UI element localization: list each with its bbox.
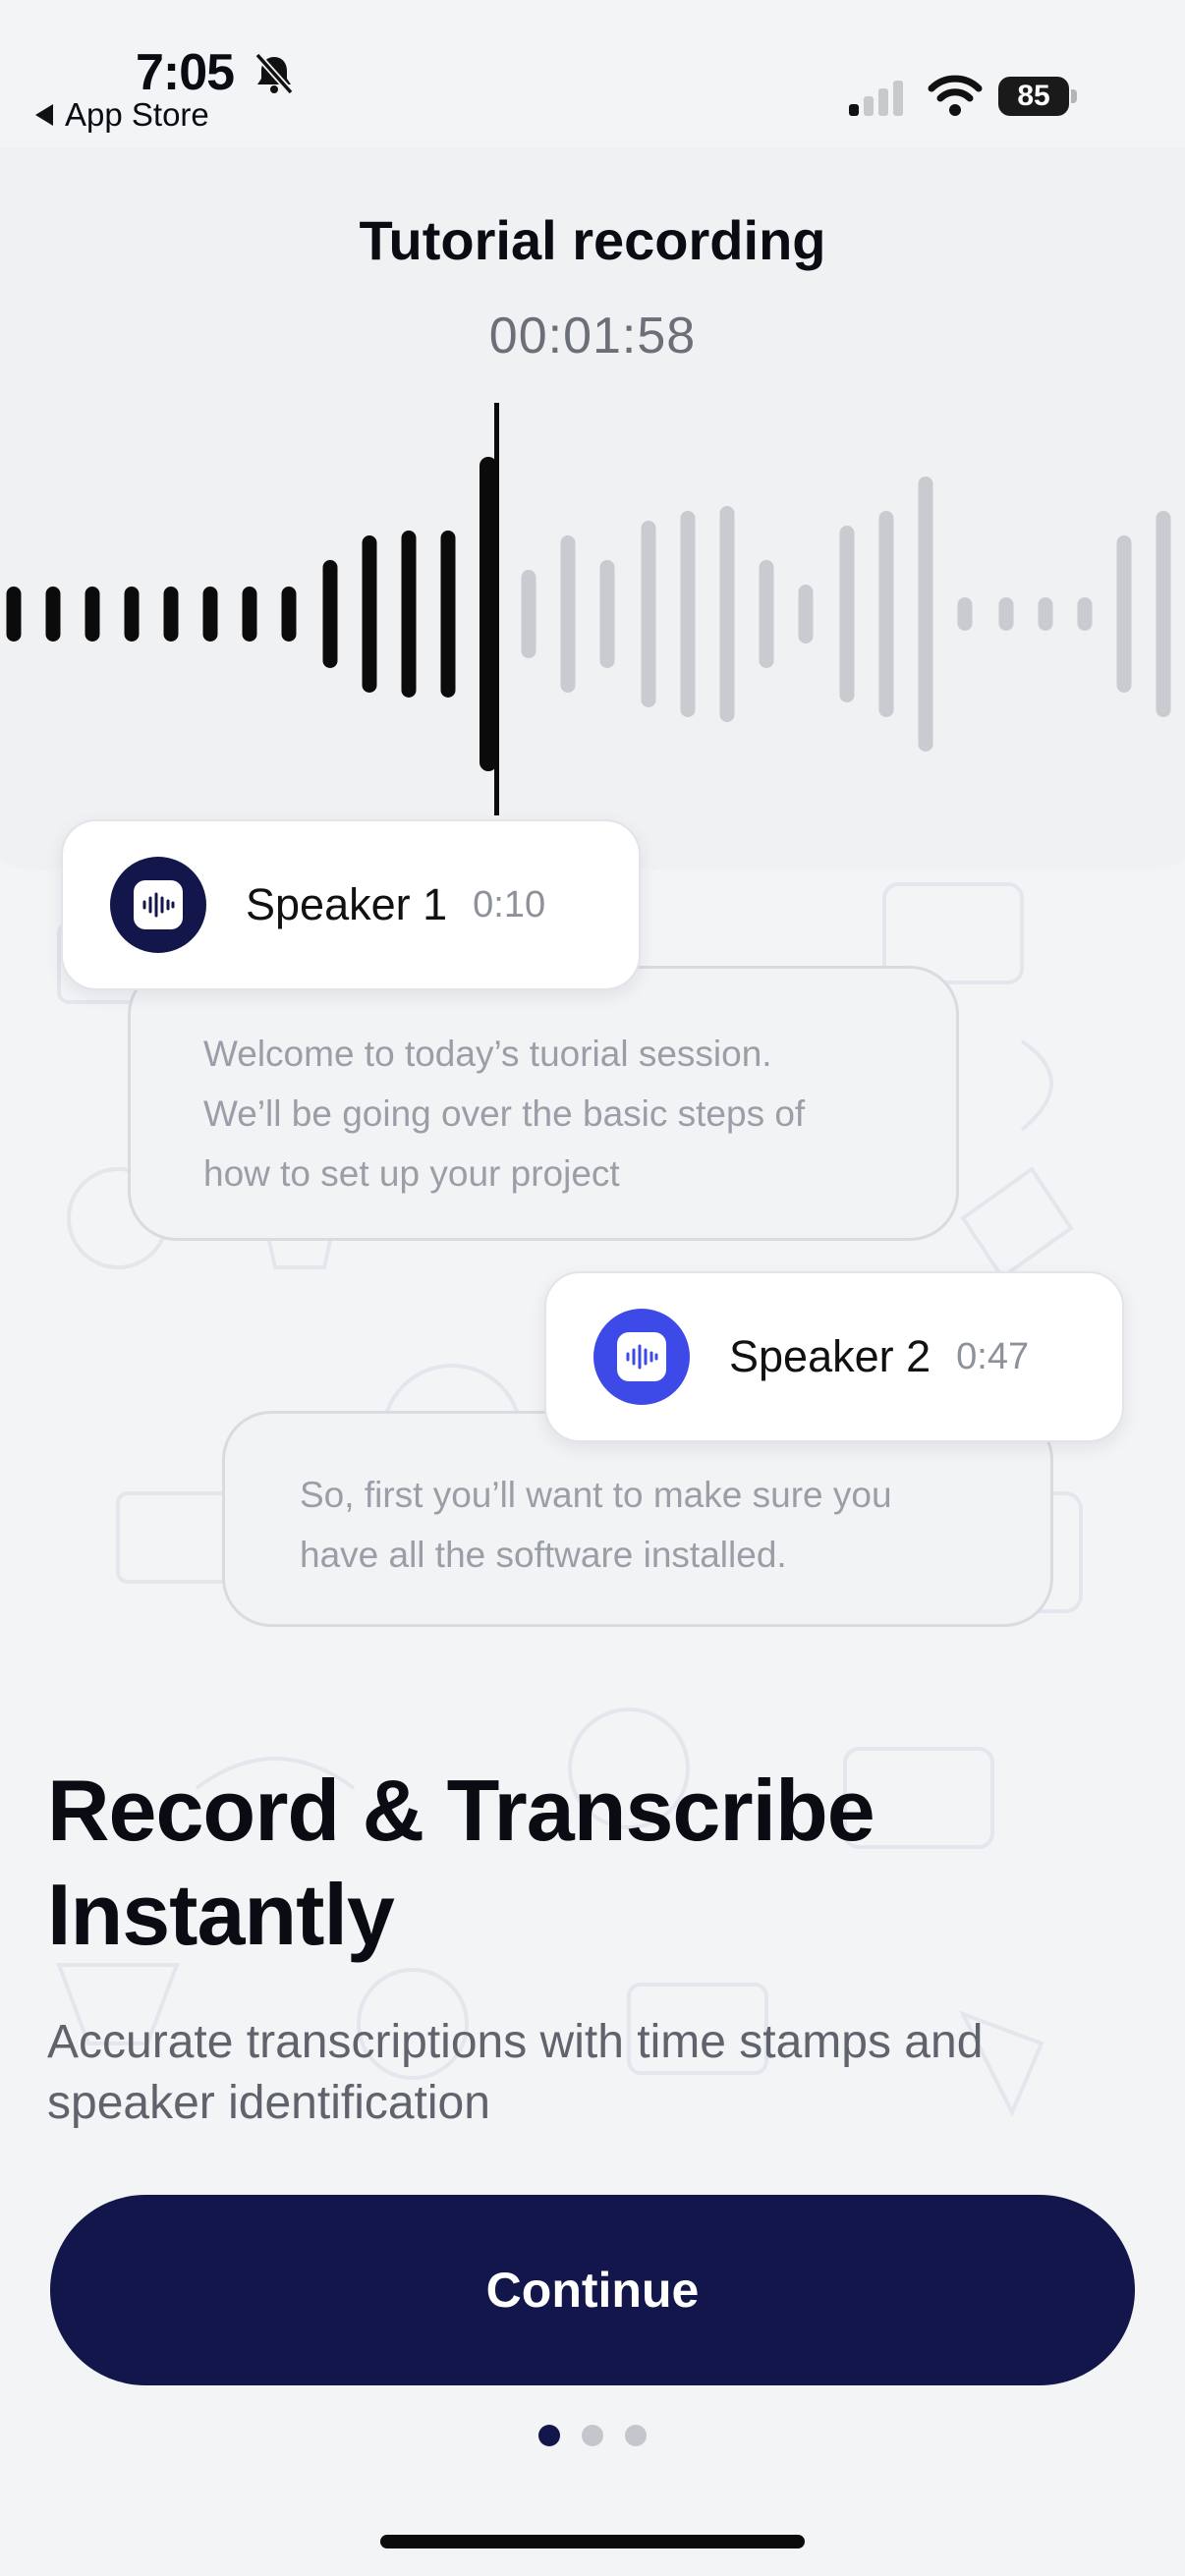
- waveform-bar: [440, 531, 456, 698]
- transcript-line: how to set up your project: [203, 1153, 620, 1194]
- speaker-card-2[interactable]: Speaker 2 0:47: [544, 1271, 1124, 1442]
- playhead[interactable]: [494, 403, 499, 815]
- waveform-bar: [401, 531, 417, 698]
- status-time: 7:05: [136, 44, 235, 101]
- waveform-bar: [85, 587, 100, 642]
- battery-level: 85: [998, 77, 1069, 116]
- waveform-bar: [918, 476, 933, 752]
- back-to-app-store-link[interactable]: App Store: [35, 96, 209, 134]
- waveform-bar: [839, 526, 855, 702]
- waveform-avatar-icon: [142, 892, 175, 918]
- waveform-bar: [759, 560, 774, 668]
- waveform-bar: [202, 587, 218, 642]
- waveform-bar: [242, 587, 257, 642]
- waveform-bar: [322, 560, 338, 668]
- recording-title: Tutorial recording: [359, 209, 826, 271]
- waveform-bar: [680, 511, 696, 717]
- transcript-line: have all the software installed.: [300, 1535, 787, 1575]
- speaker-1-avatar: [110, 857, 206, 953]
- waveform-bar: [641, 521, 656, 707]
- waveform-bar: [281, 587, 297, 642]
- transcript-line: Welcome to today’s tuorial session.: [203, 1034, 772, 1074]
- transcript-line: We’ll be going over the basic steps of: [203, 1093, 806, 1134]
- transcript-bubble-speaker-2: So, first you’ll want to make sure you h…: [222, 1411, 1053, 1627]
- waveform-bar: [878, 511, 894, 717]
- back-link-label: App Store: [65, 96, 209, 133]
- waveform-bar: [362, 535, 377, 693]
- waveform-bar: [957, 597, 973, 631]
- speaker-1-timestamp: 0:10: [473, 883, 546, 925]
- speaker-2-avatar: [593, 1309, 690, 1405]
- waveform-bar: [6, 587, 22, 642]
- recording-elapsed-time: 00:01:58: [488, 308, 697, 364]
- waveform-bar: [521, 570, 536, 658]
- speaker-2-name: Speaker 2: [729, 1331, 931, 1381]
- back-arrow-icon: [35, 104, 53, 126]
- onboarding-subtitle: Accurate transcriptions with time stamps…: [47, 2016, 984, 2129]
- waveform-bar: [45, 587, 61, 642]
- onboarding-headline: Record & Transcribe Instantly: [47, 1762, 875, 1963]
- signal-icon: [849, 81, 903, 116]
- waveform-bar: [798, 585, 814, 644]
- waveform-bar: [1156, 511, 1171, 717]
- waveform-bar: [998, 597, 1014, 631]
- continue-button[interactable]: Continue: [50, 2195, 1135, 2385]
- waveform-bar: [124, 587, 140, 642]
- home-indicator[interactable]: [380, 2535, 805, 2548]
- speaker-1-name: Speaker 1: [246, 879, 448, 929]
- bell-slash-icon: [254, 52, 294, 95]
- transcript-bubble-speaker-1: Welcome to today’s tuorial session. We’l…: [128, 966, 959, 1241]
- waveform-bar: [1038, 597, 1053, 631]
- waveform-avatar-icon: [626, 1344, 658, 1370]
- page-indicator: [0, 2425, 1185, 2446]
- page-dot[interactable]: [625, 2425, 647, 2446]
- waveform-bar: [1077, 597, 1093, 631]
- waveform-bar: [163, 587, 179, 642]
- speaker-card-1[interactable]: Speaker 1 0:10: [61, 819, 641, 990]
- waveform-bar: [599, 560, 615, 668]
- battery-icon: 85: [998, 77, 1079, 116]
- transcript-line: So, first you’ll want to make sure you: [300, 1475, 892, 1515]
- speaker-2-timestamp: 0:47: [956, 1335, 1030, 1377]
- waveform-bar: [1116, 535, 1132, 693]
- waveform-bar: [560, 535, 576, 693]
- waveform-bar: [719, 506, 735, 722]
- page-dot[interactable]: [538, 2425, 560, 2446]
- wifi-icon: [928, 75, 983, 116]
- page-dot[interactable]: [582, 2425, 603, 2446]
- audio-waveform: [6, 403, 1171, 815]
